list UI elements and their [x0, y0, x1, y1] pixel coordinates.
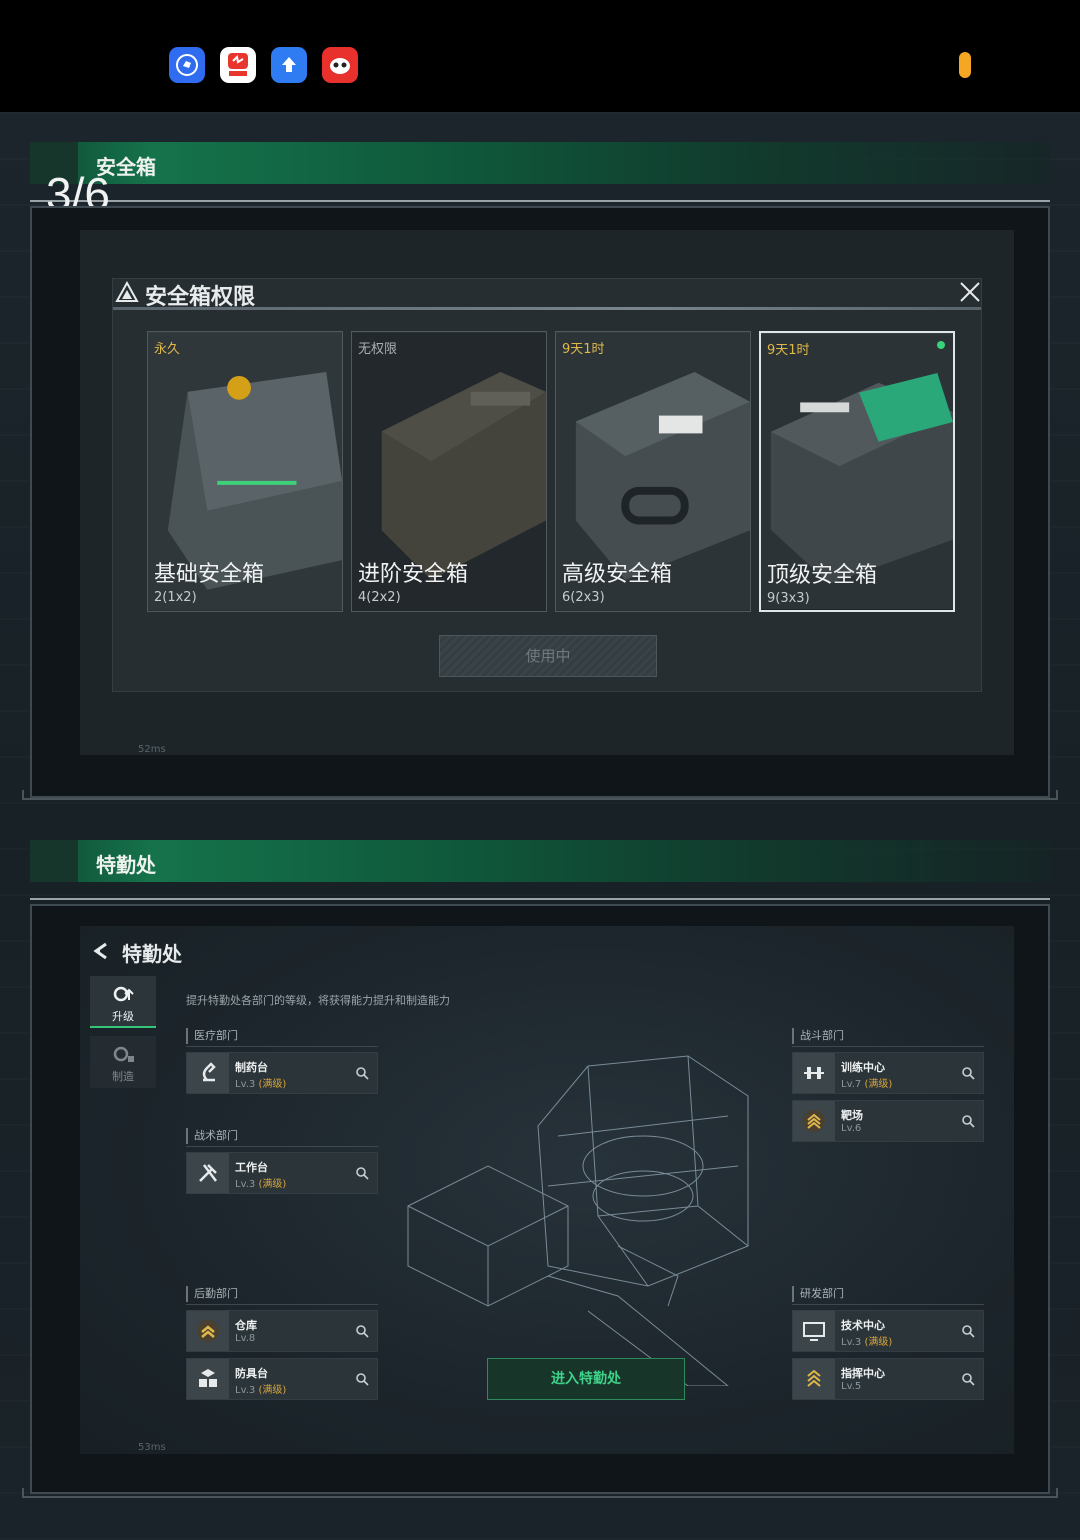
facility-name: 仓库	[235, 1319, 257, 1332]
safebox-card-premium[interactable]: 9天1时 高级安全箱 6(2x3)	[555, 331, 751, 612]
tab-label: 升级	[112, 1010, 134, 1023]
status-indicator	[959, 52, 971, 78]
dialog-divider	[113, 307, 981, 310]
frame-bracket	[22, 790, 1058, 800]
tab-craft[interactable]: 制造	[90, 1036, 156, 1088]
rank-chevron-icon	[807, 1369, 821, 1387]
safebox-card-top[interactable]: 9天1时 顶级安全箱 9(3x3)	[759, 331, 955, 612]
facility-tech-center[interactable]: 技术中心 Lv.3 (满级)	[792, 1310, 984, 1352]
armor-boxes-icon	[199, 1369, 217, 1387]
facility-armor-bench[interactable]: 防具台 Lv.3 (满级)	[186, 1358, 378, 1400]
search-icon[interactable]	[355, 1066, 369, 1080]
card-size: 9(3x3)	[767, 591, 810, 606]
safebox-card-basic[interactable]: 永久 基础安全箱 2(1x2)	[147, 331, 343, 612]
card-name: 顶级安全箱	[767, 563, 878, 588]
frame-bracket	[22, 1488, 1058, 1498]
search-icon[interactable]	[961, 1372, 975, 1386]
tab-upgrade[interactable]: 升级	[90, 976, 156, 1028]
dept-label-medical: 医疗部门	[186, 1028, 238, 1044]
card-name: 基础安全箱	[154, 562, 265, 587]
safebox-dialog: 安全箱权限 永久 基础安全箱 2(1x2) 无权限 进阶安全箱 4(2x2) 9…	[112, 278, 982, 692]
card-tag: 9天1时	[562, 342, 605, 357]
facility-level: Lv.3 (满级)	[235, 1385, 287, 1396]
status-bar	[0, 0, 1080, 112]
facility-name: 工作台	[235, 1161, 268, 1174]
facility-level: Lv.6	[841, 1123, 862, 1134]
facility-level: Lv.3 (满级)	[235, 1179, 287, 1190]
search-icon[interactable]	[961, 1066, 975, 1080]
card-size: 2(1x2)	[154, 590, 197, 605]
facility-level: Lv.5	[841, 1381, 862, 1392]
facility-pharmacy[interactable]: 制药台 Lv.3 (满级)	[186, 1052, 378, 1094]
dept-label-research: 研发部门	[792, 1286, 844, 1302]
search-icon[interactable]	[961, 1324, 975, 1338]
section-divider	[30, 200, 1050, 202]
facility-command-center[interactable]: 指挥中心 Lv.5	[792, 1358, 984, 1400]
facility-warehouse[interactable]: 仓库 Lv.8	[186, 1310, 378, 1352]
dept-label-combat: 战斗部门	[792, 1028, 844, 1044]
facility-name: 防具台	[235, 1367, 268, 1380]
active-indicator	[937, 341, 945, 349]
upload-app-icon[interactable]	[271, 47, 307, 83]
tab-label: 制造	[112, 1070, 134, 1083]
hammer-icon	[199, 1164, 217, 1182]
microscope-icon	[202, 1062, 216, 1082]
search-icon[interactable]	[355, 1372, 369, 1386]
facility-name: 制药台	[235, 1061, 268, 1074]
dept-label-tactical: 战术部门	[186, 1128, 238, 1144]
ping-readout: 52ms	[138, 744, 166, 755]
card-tag: 永久	[154, 342, 181, 357]
card-size: 4(2x2)	[358, 590, 401, 605]
enter-special-ops-button[interactable]: 进入特勤处	[487, 1358, 685, 1400]
facility-name: 技术中心	[841, 1319, 885, 1332]
game-screen-special-ops: 特勤处 提升特勤处各部门的等级，将获得能力提升和制造能力 升级 制造 医疗部门 …	[80, 926, 1014, 1454]
facility-level: Lv.7 (满级)	[841, 1079, 893, 1090]
section-title: 特勤处	[96, 853, 156, 877]
card-tag: 无权限	[358, 342, 398, 357]
search-icon[interactable]	[961, 1114, 975, 1128]
facility-training-center[interactable]: 训练中心 Lv.7 (满级)	[792, 1052, 984, 1094]
safebox-card-advanced[interactable]: 无权限 进阶安全箱 4(2x2)	[351, 331, 547, 612]
rank-chevron-icon	[197, 1320, 219, 1342]
facility-level: Lv.8	[235, 1333, 256, 1344]
dept-label-logistics: 后勤部门	[186, 1286, 238, 1302]
dumbbell-icon	[804, 1067, 824, 1079]
ping-readout: 53ms	[138, 1442, 166, 1453]
search-icon[interactable]	[355, 1166, 369, 1180]
facility-shooting-range[interactable]: 靶场 Lv.6	[792, 1100, 984, 1142]
search-icon[interactable]	[355, 1324, 369, 1338]
section-header-special-ops: 特勤处	[30, 840, 1050, 882]
facility-level: Lv.3 (满级)	[841, 1337, 893, 1348]
base-wireframe-model[interactable]	[398, 1046, 768, 1386]
card-tag: 9天1时	[767, 343, 810, 358]
facility-workbench[interactable]: 工作台 Lv.3 (满级)	[186, 1152, 378, 1194]
facility-name: 指挥中心	[841, 1367, 885, 1380]
warning-icon	[115, 281, 139, 302]
screen-title: 特勤处	[122, 942, 182, 966]
back-arrow-icon[interactable]	[92, 942, 110, 960]
monitor-icon	[803, 1322, 825, 1341]
facility-level: Lv.3 (满级)	[235, 1079, 287, 1090]
card-name: 高级安全箱	[562, 562, 673, 587]
facility-name: 靶场	[841, 1109, 863, 1122]
craft-gear-icon	[113, 1046, 134, 1062]
rank-chevron-icon	[803, 1110, 825, 1132]
news-app-icon[interactable]	[220, 47, 256, 83]
screen-subtitle: 提升特勤处各部门的等级，将获得能力提升和制造能力	[186, 994, 450, 1007]
hand-app-icon[interactable]	[169, 47, 205, 83]
section-divider	[30, 898, 1050, 900]
facility-name: 训练中心	[841, 1061, 885, 1074]
in-use-button[interactable]: 使用中	[439, 635, 657, 677]
game-app-icon[interactable]	[322, 47, 358, 83]
close-icon[interactable]	[959, 281, 981, 303]
section-header-safebox: 安全箱	[30, 142, 1050, 184]
card-size: 6(2x3)	[562, 590, 605, 605]
upgrade-gear-icon	[113, 986, 134, 1002]
card-name: 进阶安全箱	[358, 562, 469, 587]
